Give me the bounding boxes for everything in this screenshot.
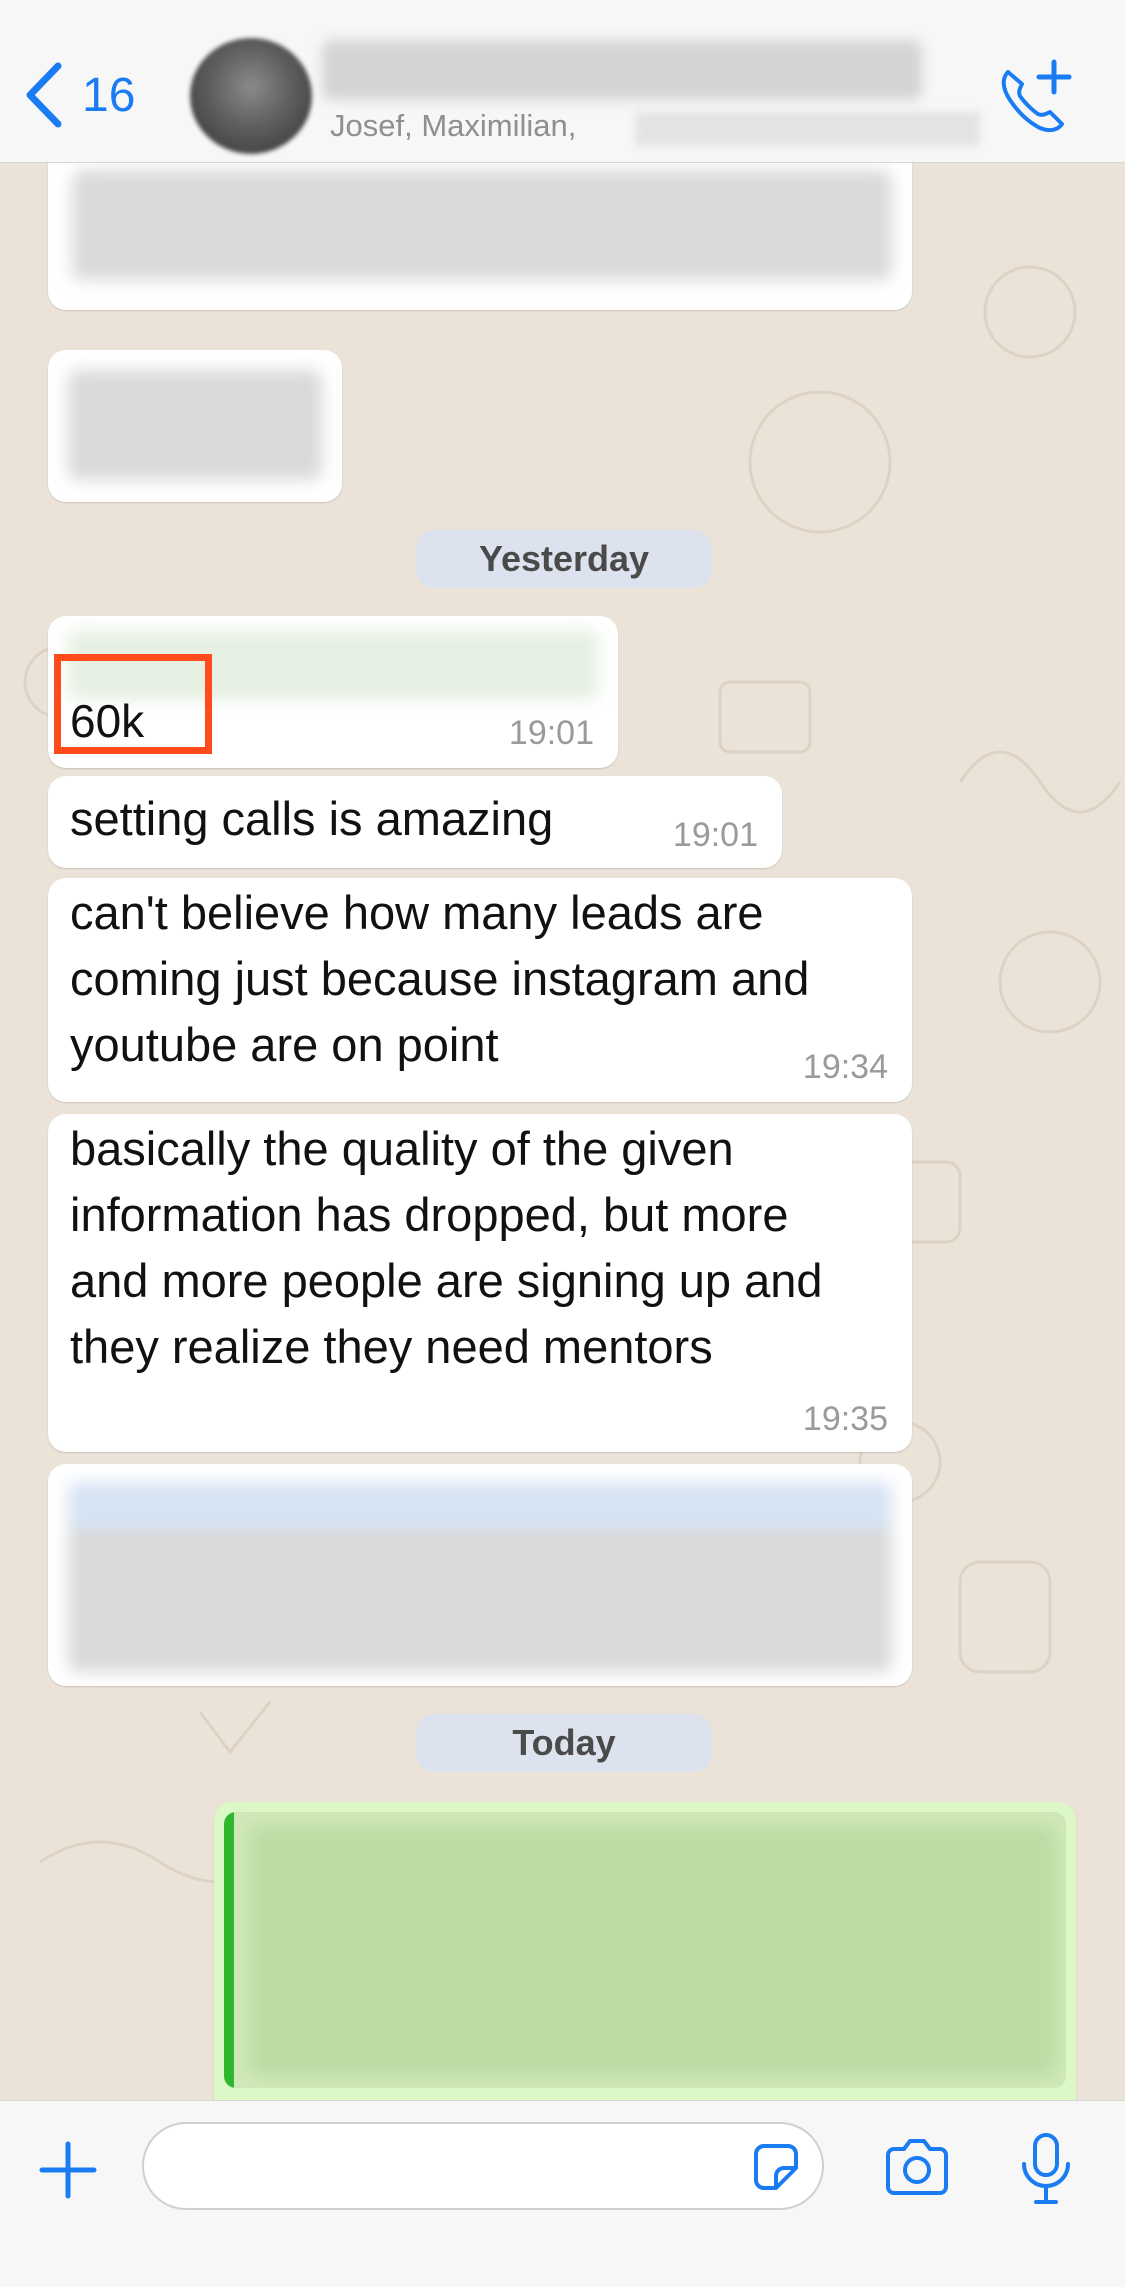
redacted-content	[68, 1482, 892, 1672]
message-bubble[interactable]: basically the quality of the given infor…	[48, 1114, 912, 1452]
chat-header: 16 Josef, Maximilian,	[0, 0, 1125, 163]
chevron-left-icon	[26, 62, 62, 128]
date-separator-today: Today	[416, 1714, 712, 1772]
message-line: coming just because instagram and	[70, 952, 810, 1005]
message-line: basically the quality of the given	[70, 1122, 734, 1175]
quoted-reply	[224, 1812, 1066, 2088]
message-line: can't believe how many leads are	[70, 886, 764, 939]
redacted-content	[68, 370, 322, 480]
unread-count: 16	[82, 68, 136, 122]
redacted-content	[72, 170, 892, 280]
message-line: youtube are on point	[70, 1018, 499, 1071]
highlight-box	[54, 654, 212, 754]
message-input[interactable]	[142, 2122, 824, 2210]
message-line: information has dropped, but more	[70, 1188, 789, 1241]
message-time: 19:34	[802, 1048, 888, 1086]
message-text: setting calls is amazing	[70, 792, 554, 845]
redacted-message	[48, 1464, 912, 1686]
group-title-redacted[interactable]	[322, 40, 922, 100]
message-bubble[interactable]: setting calls is amazing 19:01	[48, 776, 782, 868]
message-time: 19:01	[672, 816, 758, 854]
phone-plus-icon[interactable]	[996, 58, 1074, 132]
message-bubble[interactable]: can't believe how many leads are coming …	[48, 878, 912, 1102]
date-separator-yesterday: Yesterday	[416, 530, 712, 588]
group-members-redacted	[635, 112, 980, 146]
quote-bar	[224, 1812, 234, 2088]
group-avatar[interactable]	[190, 38, 312, 154]
redacted-message	[48, 350, 342, 502]
back-button[interactable]: 16	[24, 62, 135, 128]
outgoing-message[interactable]	[214, 1802, 1076, 2100]
plus-icon[interactable]	[38, 2140, 98, 2200]
message-line: and more people are signing up and	[70, 1254, 823, 1307]
message-time: 19:01	[508, 714, 594, 752]
group-members: Josef, Maximilian,	[330, 108, 577, 143]
redacted-message	[48, 150, 912, 310]
redacted-content	[250, 1826, 1056, 2076]
camera-icon[interactable]	[882, 2137, 952, 2199]
message-line: they realize they need mentors	[70, 1320, 713, 1373]
sticker-icon[interactable]	[748, 2140, 804, 2196]
microphone-icon[interactable]	[1018, 2132, 1074, 2206]
message-time: 19:35	[802, 1400, 888, 1438]
